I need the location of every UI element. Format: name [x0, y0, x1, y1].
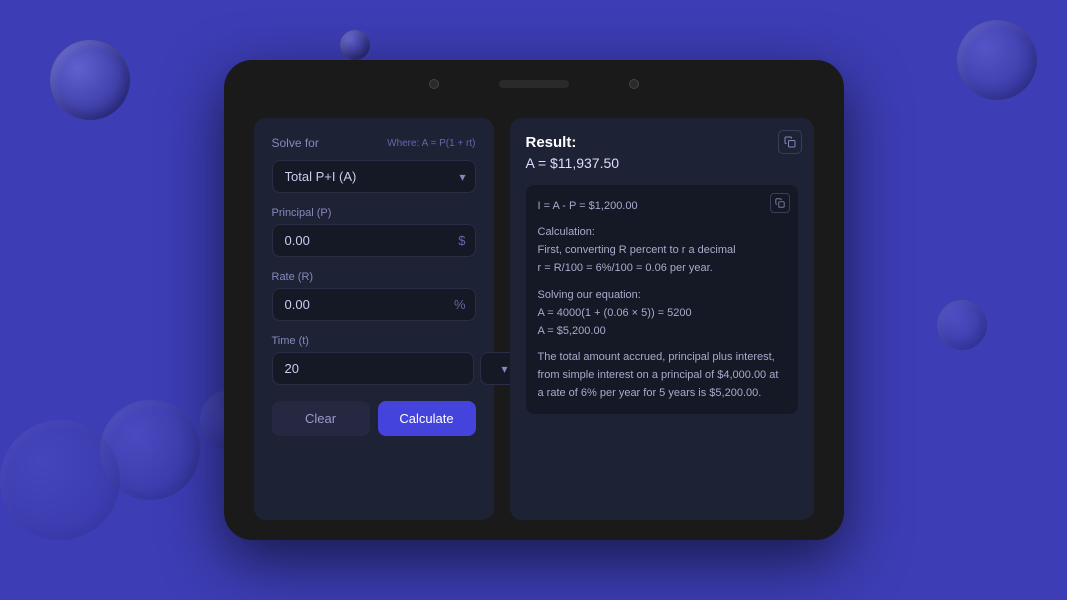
tablet-camera: [429, 79, 439, 89]
result-title: Result:: [526, 134, 798, 151]
principal-input[interactable]: [272, 224, 476, 257]
detail-calc-label: Calculation:: [538, 226, 595, 238]
detail-text: I = A - P = $1,200.00 Calculation: First…: [538, 197, 786, 402]
principal-field-group: Principal (P) $: [272, 207, 476, 257]
calculator-panel: Solve for Where: A = P(1 + rt) Total P+I…: [254, 118, 494, 520]
detail-a-value: A = $5,200.00: [538, 325, 606, 337]
result-main-value: A = $11,937.50: [526, 155, 798, 171]
principal-input-wrapper: $: [272, 224, 476, 257]
bg-bubble-7: [937, 300, 987, 350]
result-copy-button[interactable]: [778, 130, 802, 154]
detail-summary: The total amount accrued, principal plus…: [538, 351, 779, 399]
detail-equation: A = 4000(1 + (0.06 × 5)) = 5200: [538, 307, 692, 319]
tablet-top-bar: [224, 60, 844, 108]
time-field-group: Time (t) Years Months ▾: [272, 335, 476, 385]
clear-button[interactable]: Clear: [272, 401, 370, 436]
rate-input[interactable]: [272, 288, 476, 321]
time-number-input[interactable]: [272, 352, 474, 385]
detail-interest-line: I = A - P = $1,200.00: [538, 200, 638, 212]
time-label: Time (t): [272, 335, 476, 347]
tablet-camera-right: [629, 79, 639, 89]
principal-label: Principal (P): [272, 207, 476, 219]
bg-bubble-1: [50, 40, 130, 120]
result-panel: Result: A = $11,937.50 I = A - P = $1,20…: [510, 118, 814, 520]
calculate-button[interactable]: Calculate: [378, 401, 476, 436]
rate-input-wrapper: %: [272, 288, 476, 321]
tablet-content: Solve for Where: A = P(1 + rt) Total P+I…: [224, 108, 844, 540]
detail-solving-label: Solving our equation:: [538, 289, 641, 301]
rate-field-group: Rate (R) %: [272, 271, 476, 321]
tablet-speaker: [499, 80, 569, 88]
detail-r-value: r = R/100 = 6%/100 = 0.06 per year.: [538, 262, 713, 274]
solve-for-wrapper: Total P+I (A) Principal (P) Rate (R) Tim…: [272, 160, 476, 193]
rate-label: Rate (R): [272, 271, 476, 283]
bg-bubble-2: [340, 30, 370, 60]
bg-bubble-6: [0, 420, 120, 540]
result-detail-card: I = A - P = $1,200.00 Calculation: First…: [526, 185, 798, 414]
formula-text: Where: A = P(1 + rt): [387, 138, 475, 149]
solve-for-header: Solve for Where: A = P(1 + rt): [272, 136, 476, 150]
bg-bubble-3: [957, 20, 1037, 100]
button-row: Clear Calculate: [272, 401, 476, 436]
solve-for-select[interactable]: Total P+I (A) Principal (P) Rate (R) Tim…: [272, 160, 476, 193]
tablet: Solve for Where: A = P(1 + rt) Total P+I…: [224, 60, 844, 540]
detail-copy-button[interactable]: [770, 193, 790, 213]
detail-converting: First, converting R percent to r a decim…: [538, 244, 736, 256]
time-input-row: Years Months ▾: [272, 352, 476, 385]
solve-for-label: Solve for: [272, 136, 319, 150]
